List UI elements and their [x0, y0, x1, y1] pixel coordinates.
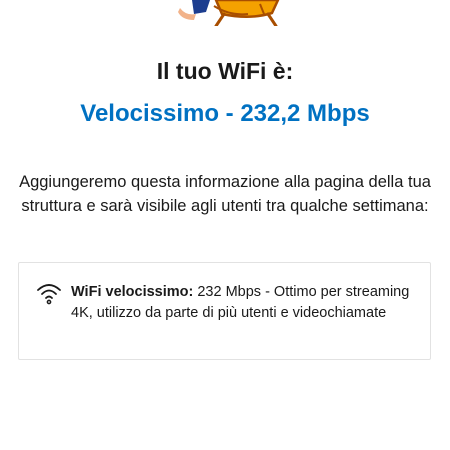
description-text: Aggiungeremo questa informazione alla pa… [19, 173, 431, 215]
wifi-info-text: WiFi velocissimo: 232 Mbps - Ottimo per … [71, 282, 416, 324]
wifi-info-card: WiFi velocissimo: 232 Mbps - Ottimo per … [18, 262, 431, 360]
wifi-icon [36, 281, 62, 305]
wifi-info-title: WiFi velocissimo: [71, 284, 194, 300]
chair-illustration [170, 0, 285, 26]
page-title: Il tuo WiFi è: [156, 58, 294, 84]
wifi-result-page: Il tuo WiFi è: Velocissimo - 232,2 Mbps … [0, 0, 450, 450]
wifi-speed-result: Velocissimo - 232,2 Mbps [80, 100, 370, 127]
